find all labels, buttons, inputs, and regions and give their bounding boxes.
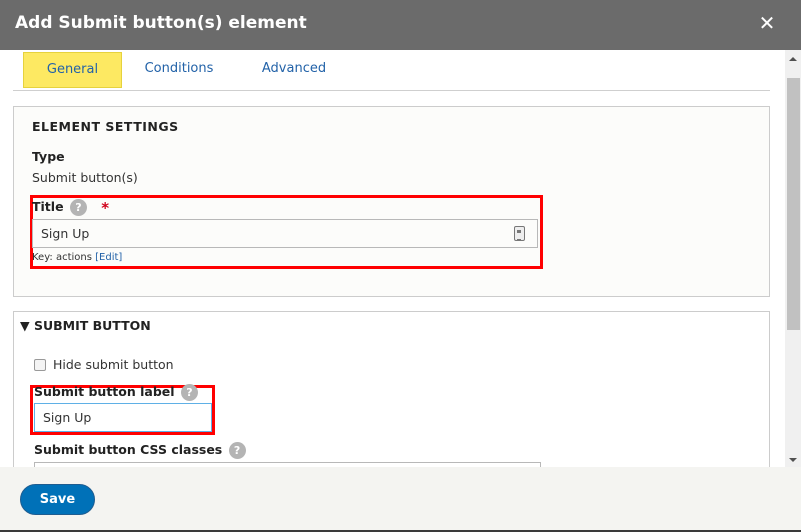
hide-submit-label[interactable]: Hide submit button <box>53 357 174 372</box>
help-icon[interactable]: ? <box>180 384 198 401</box>
scrollbar-thumb[interactable] <box>787 78 800 330</box>
title-label-text: Title <box>32 199 64 214</box>
close-icon[interactable]: ✕ <box>757 12 777 34</box>
scroll-down-arrow-icon[interactable] <box>789 458 797 462</box>
type-label: Type <box>32 149 65 164</box>
submit-button-fieldset: ▼ SUBMIT BUTTON Hide submit button Submi… <box>13 311 770 467</box>
dialog-footer: Save <box>0 467 801 530</box>
title-label: Title ? * <box>32 199 109 217</box>
dialog-titlebar: Add Submit button(s) element ✕ <box>0 0 801 50</box>
type-value: Submit button(s) <box>32 170 138 185</box>
dialog-content: General Conditions Advanced ELEMENT SETT… <box>0 50 785 467</box>
css-classes-label: Submit button CSS classes ? <box>34 442 246 459</box>
key-text: Key: actions <box>32 252 92 263</box>
scroll-up-arrow-icon[interactable] <box>789 57 797 61</box>
tab-conditions[interactable]: Conditions <box>133 52 225 88</box>
submit-label-label-text: Submit button label <box>34 384 175 399</box>
title-input-value: Sign Up <box>41 226 90 241</box>
hide-submit-row[interactable]: Hide submit button <box>34 357 174 372</box>
css-classes-label-text: Submit button CSS classes <box>34 442 223 457</box>
help-icon[interactable]: ? <box>69 199 87 216</box>
submit-button-summary[interactable]: ▼ SUBMIT BUTTON <box>20 318 151 333</box>
element-settings-legend: ELEMENT SETTINGS <box>32 119 179 134</box>
tab-general[interactable]: General <box>23 52 122 88</box>
help-icon[interactable]: ? <box>228 442 246 459</box>
key-edit-link[interactable]: [Edit] <box>95 252 122 263</box>
vertical-scrollbar[interactable] <box>785 50 801 467</box>
autofill-contact-icon[interactable] <box>514 226 525 241</box>
tab-bar: General Conditions Advanced <box>13 50 770 91</box>
element-settings-fieldset: ELEMENT SETTINGS Type Submit button(s) T… <box>13 106 770 297</box>
dialog-title: Add Submit button(s) element <box>15 13 307 33</box>
submit-label-input-value: Sign Up <box>43 410 92 425</box>
required-marker: * <box>101 199 110 217</box>
save-button[interactable]: Save <box>20 484 95 515</box>
machine-key: Key: actions [Edit] <box>32 252 122 263</box>
submit-label-input[interactable]: Sign Up <box>34 403 212 432</box>
title-input[interactable]: Sign Up <box>32 219 538 248</box>
tab-advanced[interactable]: Advanced <box>251 52 337 88</box>
hide-submit-checkbox[interactable] <box>34 358 46 371</box>
submit-label-label: Submit button label ? <box>34 384 198 401</box>
